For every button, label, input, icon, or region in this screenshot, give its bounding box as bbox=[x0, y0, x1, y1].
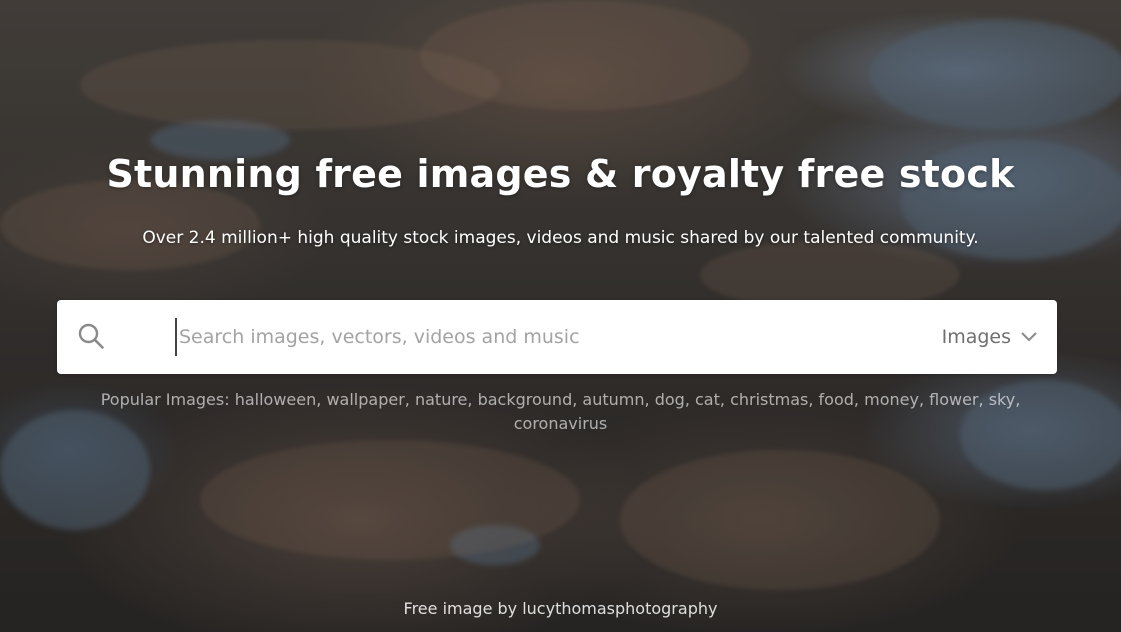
popular-tag-link[interactable]: nature bbox=[415, 390, 467, 409]
page-subtitle: Over 2.4 million+ high quality stock ima… bbox=[142, 228, 979, 248]
search-input[interactable] bbox=[175, 318, 939, 356]
popular-tag-link[interactable]: dog bbox=[655, 390, 685, 409]
popular-tag-link[interactable]: coronavirus bbox=[514, 414, 608, 433]
popular-tag-link[interactable]: wallpaper bbox=[326, 390, 404, 409]
popular-searches-label: Popular Images: bbox=[100, 390, 230, 409]
popular-tags-list: halloween, wallpaper, nature, background… bbox=[234, 390, 1021, 433]
page-title: Stunning free images & royalty free stoc… bbox=[106, 152, 1015, 196]
media-type-select-label: Images bbox=[941, 326, 1011, 348]
search-form: Images bbox=[57, 300, 1057, 374]
popular-tag-link[interactable]: flower bbox=[929, 390, 978, 409]
popular-tag-link[interactable]: christmas bbox=[730, 390, 808, 409]
popular-tag-link[interactable]: halloween bbox=[235, 390, 317, 409]
search-icon[interactable] bbox=[77, 322, 105, 350]
popular-tag-link[interactable]: sky bbox=[989, 390, 1016, 409]
popular-tag-link[interactable]: food bbox=[819, 390, 854, 409]
media-type-select[interactable]: Images bbox=[942, 322, 1037, 352]
image-credit: Free image by lucythomasphotography bbox=[0, 598, 1121, 620]
popular-searches: Popular Images: halloween, wallpaper, na… bbox=[70, 388, 1051, 436]
chevron-down-icon bbox=[1021, 332, 1037, 341]
popular-tag-link[interactable]: background bbox=[478, 390, 573, 409]
popular-tag-link[interactable]: autumn bbox=[582, 390, 644, 409]
popular-tag-link[interactable]: cat bbox=[695, 390, 720, 409]
popular-tag-link[interactable]: money bbox=[864, 390, 919, 409]
image-credit-prefix: Free image by bbox=[403, 599, 518, 618]
image-credit-author-link[interactable]: lucythomasphotography bbox=[522, 599, 717, 618]
